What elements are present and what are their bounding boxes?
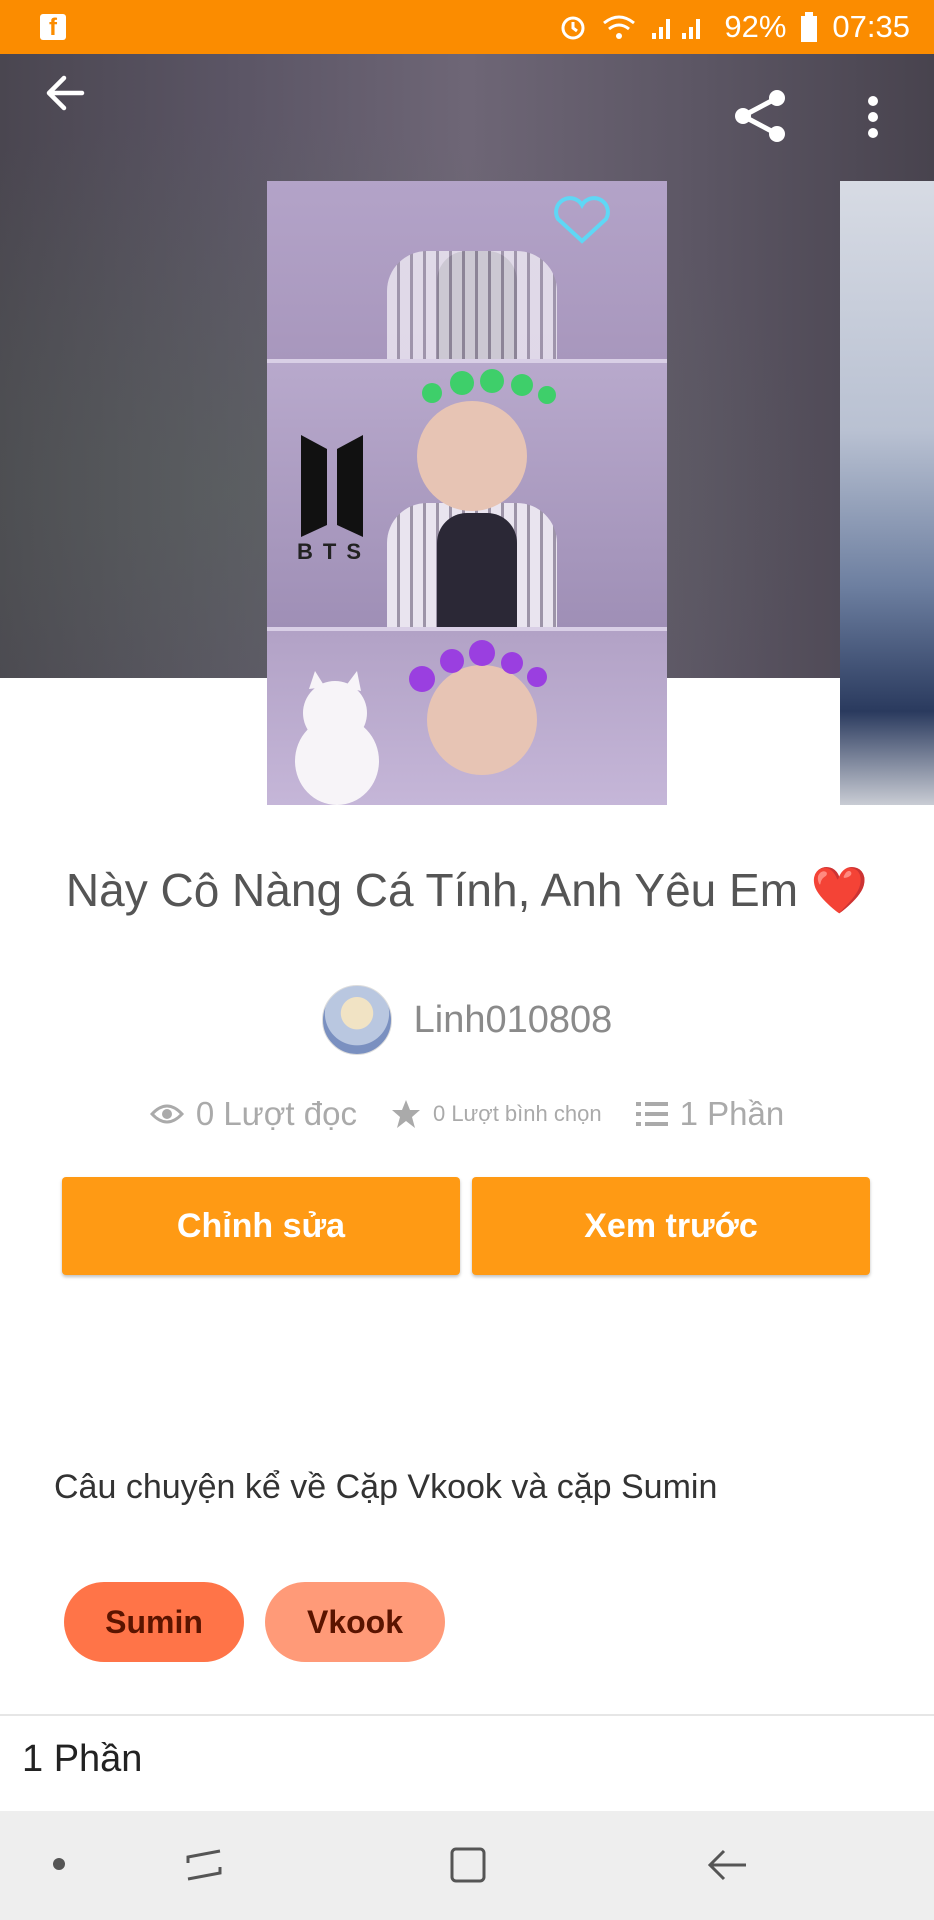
story-description: Câu chuyện kể về Cặp Vkook và cặp Sumin xyxy=(54,1468,718,1506)
share-icon xyxy=(735,90,785,142)
cover-panel: BTS xyxy=(267,363,667,631)
status-icons: 92% 07:35 xyxy=(558,0,910,54)
preview-button[interactable]: Xem trước xyxy=(472,1177,870,1275)
bts-logo xyxy=(301,435,363,537)
system-nav-bar xyxy=(0,1811,934,1920)
arrow-left-icon xyxy=(46,75,85,111)
next-story-cover[interactable] xyxy=(840,181,934,805)
star-icon xyxy=(391,1100,420,1128)
story-cover[interactable]: BTS xyxy=(267,181,667,805)
dot-icon[interactable] xyxy=(52,1857,66,1871)
parts-count: 1 Phần xyxy=(679,1095,785,1132)
author-name[interactable]: Linh010808 xyxy=(414,999,613,1042)
edit-button[interactable]: Chỉnh sửa xyxy=(62,1177,460,1275)
cover-logo-text: BTS xyxy=(297,539,371,564)
battery-percent: 92% xyxy=(724,9,787,44)
wifi-icon xyxy=(603,15,636,39)
story-stats: 0 Lượt đọc 0 Lượt bình chọn 1 Phần xyxy=(0,1095,934,1133)
green-hearts-icon xyxy=(422,369,556,404)
cover-panel xyxy=(267,181,667,363)
status-bar: f 92% 07:35 xyxy=(0,0,934,54)
eye-icon xyxy=(149,1104,184,1124)
story-title: Này Cô Nàng Cá Tính, Anh Yêu Em ❤️ xyxy=(65,864,869,916)
votes-stat: 0 Lượt bình chọn xyxy=(391,1099,602,1129)
heart-outline-icon xyxy=(554,196,610,244)
votes-count: 0 Lượt bình chọn xyxy=(432,1101,602,1126)
divider xyxy=(0,1714,934,1716)
facebook-icon: f xyxy=(40,14,66,41)
purple-hearts-icon xyxy=(409,640,547,692)
share-button[interactable] xyxy=(732,88,788,149)
signal-icon xyxy=(652,19,701,39)
reads-stat: 0 Lượt đọc xyxy=(149,1095,357,1133)
reads-count: 0 Lượt đọc xyxy=(195,1095,357,1132)
tag-vkook[interactable]: Vkook xyxy=(265,1582,445,1662)
tag-sumin[interactable]: Sumin xyxy=(64,1582,244,1662)
author-row[interactable]: Linh010808 xyxy=(0,985,934,1055)
back-button[interactable] xyxy=(44,72,86,119)
cover-panel xyxy=(267,631,667,805)
parts-header[interactable]: 1 Phần xyxy=(22,1738,142,1781)
home-icon[interactable] xyxy=(448,1843,488,1887)
alarm-icon xyxy=(561,16,585,40)
parts-stat: 1 Phần xyxy=(635,1095,785,1133)
clock: 07:35 xyxy=(832,9,910,44)
list-icon xyxy=(635,1102,668,1126)
more-button[interactable] xyxy=(866,95,880,144)
back-nav-icon[interactable] xyxy=(706,1843,750,1887)
battery-icon xyxy=(801,12,818,42)
avatar[interactable] xyxy=(321,985,392,1055)
more-vertical-icon xyxy=(868,96,878,138)
cat-sticker xyxy=(295,671,379,805)
recent-apps-icon[interactable] xyxy=(184,1843,224,1887)
